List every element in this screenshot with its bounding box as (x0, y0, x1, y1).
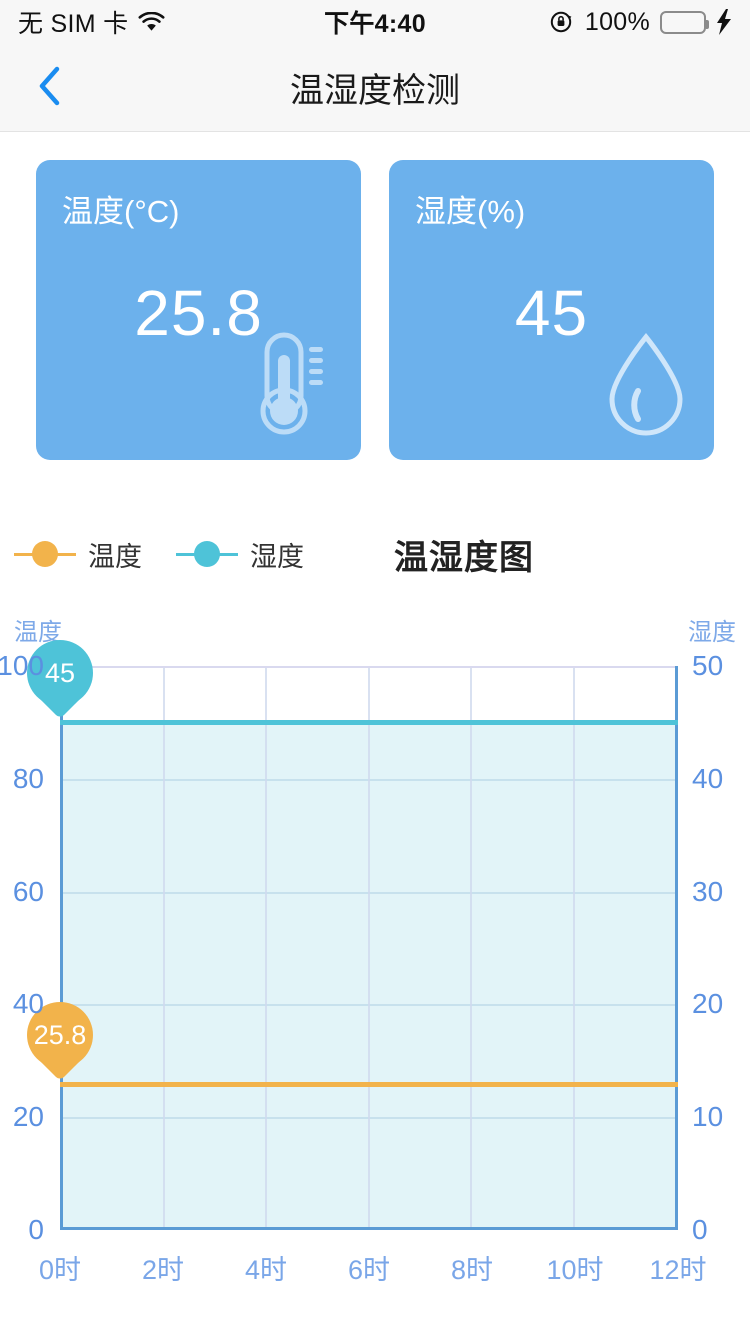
chevron-left-icon (38, 66, 60, 111)
plot-border-left (60, 666, 63, 1230)
left-axis-tick-label: 40 (12, 988, 44, 1020)
left-axis-tick-label: 0 (28, 1214, 44, 1245)
vertical-gridline (162, 666, 165, 1230)
temperature-card[interactable]: 温度(°C) 25.8 (36, 160, 361, 460)
thermometer-icon (247, 329, 339, 442)
x-axis-tick-label: 6时 (347, 1255, 391, 1285)
vertical-gridline (470, 666, 472, 1230)
battery-icon (660, 10, 709, 34)
left-axis-tick-label: 100 (0, 650, 44, 681)
left-axis-tick-label: 80 (12, 762, 44, 794)
lightning-bolt-icon (716, 9, 732, 35)
status-bar-left: 无 SIM 卡 (18, 4, 165, 40)
x-axis-tick-label: 4时 (244, 1255, 288, 1285)
chart-plot-area: 25.8 45 (27, 640, 678, 1230)
app-screen: 无 SIM 卡 下午4:40 100% 温湿度检测 温度(°C) 25.8 湿度… (0, 0, 750, 1334)
x-axis-tick-label: 12时 (649, 1255, 707, 1285)
vertical-gridline (572, 666, 575, 1230)
x-axis-tick-label: 10时 (546, 1255, 604, 1285)
legend-item-temperature[interactable]: 温度 (14, 535, 142, 574)
legend-item-humidity[interactable]: 湿度 (176, 535, 304, 574)
plot-border-top (60, 666, 678, 668)
right-axis-tick-label: 20 (692, 988, 724, 1020)
x-axis-tick-label: 8时 (450, 1255, 494, 1285)
left-axis-tick-label: 60 (12, 875, 44, 907)
plot-border-right (675, 666, 678, 1230)
x-axis-tick-label: 2时 (141, 1255, 185, 1285)
legend-label-humidity: 湿度 (250, 541, 304, 572)
plot-border-bottom (60, 1227, 678, 1230)
right-axis-tick-label: 50 (692, 650, 724, 681)
legend-marker-temperature (14, 541, 76, 567)
wifi-icon (138, 11, 165, 32)
humidity-card-label: 湿度(%) (415, 194, 526, 229)
series-line-temperature (60, 1082, 678, 1088)
x-axis-tick-label: 0时 (38, 1255, 82, 1285)
right-axis-name: 湿度 (688, 619, 736, 646)
status-bar: 无 SIM 卡 下午4:40 100% (0, 0, 750, 44)
chart-legend-row: 温度 湿度 温湿度图 (0, 524, 750, 584)
vertical-gridline (265, 666, 267, 1230)
right-axis-tick-label: 30 (692, 875, 724, 907)
water-drop-icon (600, 329, 692, 442)
nav-bar: 温湿度检测 (0, 44, 750, 132)
right-axis-tick-label: 10 (692, 1101, 724, 1133)
left-axis-tick-label: 20 (12, 1101, 44, 1133)
vertical-gridline (367, 666, 370, 1230)
legend-marker-humidity (176, 541, 238, 567)
status-bar-right: 100% (549, 8, 732, 37)
metric-cards: 温度(°C) 25.8 湿度(%) 45 (0, 160, 750, 460)
legend-label-temperature: 温度 (88, 541, 142, 572)
temperature-humidity-chart: 温度 湿度 25.8 45 0 20 40 60 80 100 0 10 20 30 40 50 0时 2时… (0, 600, 750, 1320)
temperature-card-label: 温度(°C) (62, 194, 180, 229)
carrier-label: 无 SIM 卡 (18, 10, 129, 38)
rotation-lock-icon (549, 9, 575, 35)
chart-title: 温湿度图 (394, 538, 534, 577)
humidity-card[interactable]: 湿度(%) 45 (389, 160, 714, 460)
series-line-humidity (60, 720, 678, 726)
right-axis-tick-label: 40 (692, 762, 724, 794)
back-button[interactable] (24, 44, 74, 132)
clock-label: 下午4:40 (324, 10, 426, 38)
battery-percent-label: 100% (584, 7, 650, 36)
page-title: 温湿度检测 (290, 72, 460, 110)
right-axis-tick-label: 0 (692, 1214, 708, 1245)
